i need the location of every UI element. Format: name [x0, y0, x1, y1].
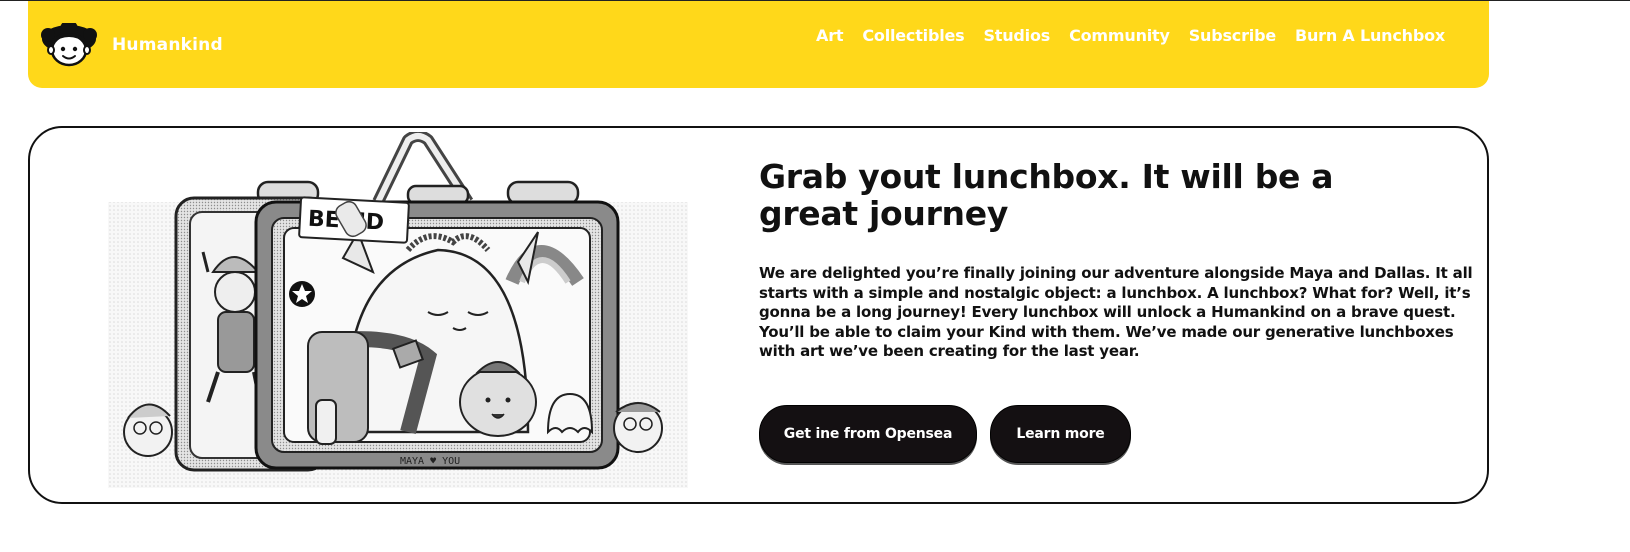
nav-link-subscribe[interactable]: Subscribe: [1189, 26, 1276, 45]
nav-link-studios[interactable]: Studios: [983, 26, 1050, 45]
lunchbox-illustration: BE ND MAYA ♥ YOU: [108, 132, 688, 488]
hero-actions: Get ine from Opensea Learn more: [759, 405, 1131, 463]
nav-link-burn-lunchbox[interactable]: Burn A Lunchbox: [1295, 26, 1445, 45]
smiling-face-logo-icon: [41, 23, 97, 67]
get-from-opensea-button[interactable]: Get ine from Opensea: [759, 405, 977, 463]
top-navbar: Humankind Art Collectibles Studios Commu…: [28, 1, 1489, 88]
hero-card: BE ND MAYA ♥ YOU Grab yout lunchbox. It …: [28, 126, 1489, 504]
nav-link-collectibles[interactable]: Collectibles: [862, 26, 964, 45]
nav-link-community[interactable]: Community: [1069, 26, 1170, 45]
brand[interactable]: Humankind: [40, 23, 223, 67]
lunchbox-footer-text: MAYA ♥ YOU: [400, 456, 460, 467]
learn-more-button[interactable]: Learn more: [990, 405, 1131, 463]
nav-link-art[interactable]: Art: [816, 26, 844, 45]
main-nav: Art Collectibles Studios Community Subsc…: [816, 26, 1445, 45]
hero-title: Grab yout lunchbox. It will be a great j…: [759, 157, 1334, 233]
brand-name: Humankind: [112, 35, 223, 55]
hero-description: We are delighted you’re finally joining …: [759, 264, 1473, 360]
